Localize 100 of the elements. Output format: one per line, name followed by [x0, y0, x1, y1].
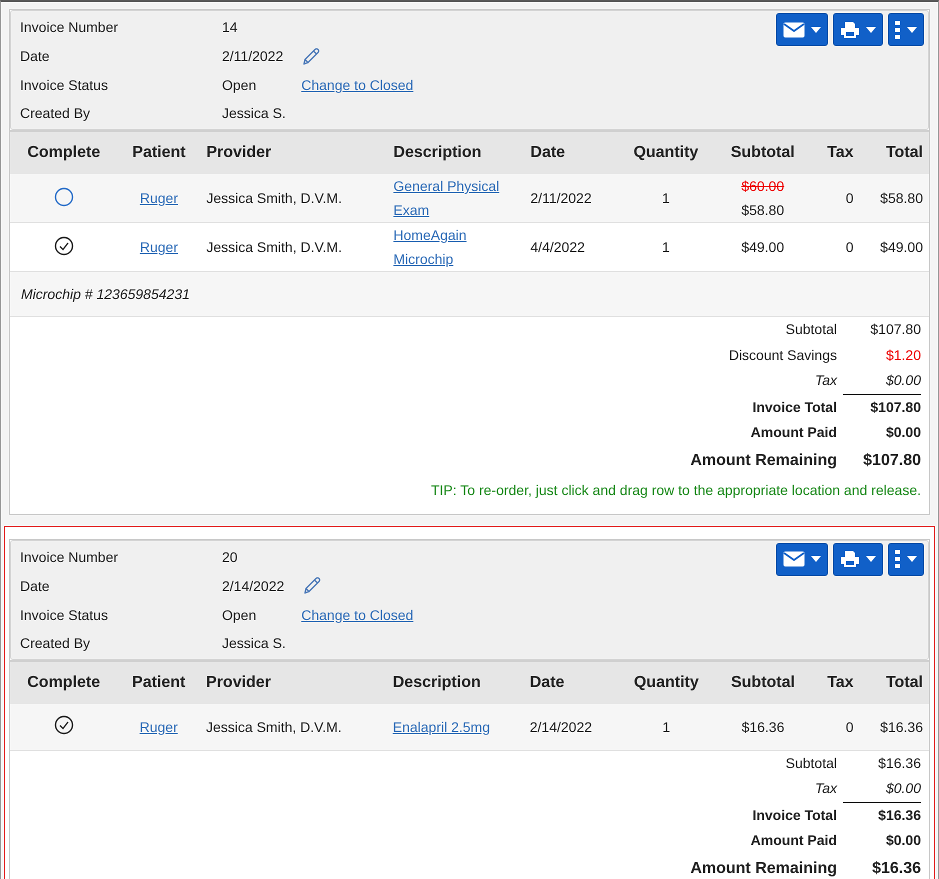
caret-icon [907, 556, 917, 562]
column-header: Subtotal [714, 131, 811, 174]
summary-value: $0.00 [884, 423, 921, 442]
summary-value: $107.80 [869, 320, 921, 339]
summary-label: Tax [814, 779, 837, 798]
column-header: Date [524, 660, 618, 704]
summary-label: Subtotal [786, 754, 837, 772]
check-circle-icon[interactable] [54, 236, 74, 256]
field-value: Open [222, 76, 256, 95]
summary-value: $107.80 [862, 450, 921, 470]
field-label: Created By [20, 104, 92, 123]
field-value: 20 [222, 548, 239, 566]
caret-icon [866, 26, 876, 32]
patient-link[interactable]: Ruger [140, 239, 178, 255]
summary-label: Tax [814, 371, 837, 390]
table-cell: Jessica Smith, D.V.M. [200, 704, 387, 750]
description-link[interactable]: Enalapril 2.5mg [392, 714, 518, 738]
vertical-dots-icon [895, 20, 901, 38]
field-value: Jessica S. [222, 634, 287, 652]
table-cell: 4/4/2022 [524, 222, 618, 272]
table-cell: Jessica Smith, D.V.M. [200, 222, 388, 272]
empty-circle-icon[interactable] [54, 186, 74, 206]
summary-label: Invoice Total [752, 398, 837, 416]
column-header: Description [387, 131, 524, 174]
pencil-icon[interactable] [301, 46, 322, 66]
table-cell: $16.36 [860, 704, 929, 750]
column-header: Tax [811, 660, 860, 704]
column-header: Tax [810, 131, 860, 174]
description-link[interactable]: General Physical Exam [393, 174, 518, 222]
column-header: Total [860, 131, 929, 174]
column-header: Quantity [618, 660, 715, 704]
field-value: 14 [222, 18, 239, 37]
table-cell: 0 [811, 704, 860, 750]
table-cell: 0 [810, 222, 860, 272]
change-status-link[interactable]: Change to Closed [301, 71, 414, 100]
original-price: $60.00 [740, 177, 786, 196]
item-note: Microchip # 123659854231 [10, 272, 929, 316]
summary-label: Amount Paid [750, 423, 837, 442]
summary-value: $0.00 [884, 831, 921, 850]
table-cell: $16.36 [714, 704, 812, 750]
print-menu-button[interactable] [833, 542, 883, 576]
summary-label: Amount Remaining [690, 858, 837, 878]
summary-label: Subtotal [786, 320, 837, 339]
more-menu-button[interactable] [888, 13, 924, 46]
table-cell: $58.80 [860, 174, 929, 222]
field-label: Invoice Number [20, 548, 120, 566]
description-link[interactable]: HomeAgain Microchip [393, 223, 518, 271]
summary-value: $1.20 [884, 346, 921, 364]
printer-icon [840, 550, 860, 568]
more-menu-button[interactable] [888, 542, 924, 576]
change-status-link[interactable]: Change to Closed [301, 600, 414, 630]
email-menu-button[interactable] [776, 542, 828, 576]
field-value: Open [222, 606, 256, 625]
email-menu-button[interactable] [776, 13, 828, 46]
print-menu-button[interactable] [833, 13, 883, 46]
caret-icon [907, 26, 917, 32]
column-header: Provider [200, 660, 387, 704]
envelope-icon [783, 551, 805, 567]
field-label: Date [20, 47, 51, 66]
column-header: Complete [10, 131, 118, 174]
discounted-price: $58.80 [741, 202, 784, 218]
column-header: Date [524, 131, 618, 174]
table-cell: 1 [617, 222, 715, 272]
field-label: Invoice Status [20, 606, 109, 624]
table-cell: $49.00 [714, 222, 811, 272]
column-header: Total [860, 660, 929, 704]
table-cell: Jessica Smith, D.V.M. [200, 174, 388, 222]
summary-label: Discount Savings [728, 346, 837, 365]
column-header: Quantity [617, 131, 715, 174]
caret-icon [811, 556, 821, 562]
summary-label: Invoice Total [752, 806, 837, 824]
pencil-icon[interactable] [302, 576, 322, 596]
field-value: Jessica S. [222, 104, 287, 123]
field-label: Date [20, 576, 51, 596]
envelope-icon [783, 22, 805, 38]
table-cell: $49.00 [860, 222, 929, 272]
summary-value: $16.36 [877, 806, 921, 824]
summary-value: $107.80 [869, 398, 921, 416]
column-header: Patient [117, 660, 200, 704]
caret-icon [866, 556, 876, 562]
field-label: Created By [20, 634, 92, 653]
check-circle-icon[interactable] [54, 715, 74, 735]
summary-label: Amount Paid [750, 831, 837, 850]
column-header: Subtotal [714, 660, 812, 704]
column-header: Patient [118, 131, 200, 174]
printer-icon [840, 20, 860, 38]
tip-text: TIP: To re-order, just click and drag row to the appropriate location and release. [430, 482, 922, 500]
summary-label: Amount Remaining [690, 450, 837, 470]
summary-value: $0.00 [843, 776, 921, 802]
vertical-dots-icon [895, 550, 901, 568]
summary-value: $16.36 [871, 858, 921, 878]
column-header: Provider [200, 131, 388, 174]
field-label: Invoice Number [20, 18, 120, 37]
summary-value: $0.00 [843, 368, 921, 394]
table-cell: 0 [810, 174, 860, 222]
field-value: 2/11/2022 [222, 47, 284, 66]
summary-value: $16.36 [877, 754, 921, 772]
patient-link[interactable]: Ruger [140, 718, 178, 734]
patient-link[interactable]: Ruger [140, 190, 178, 206]
table-cell: 1 [618, 704, 715, 750]
